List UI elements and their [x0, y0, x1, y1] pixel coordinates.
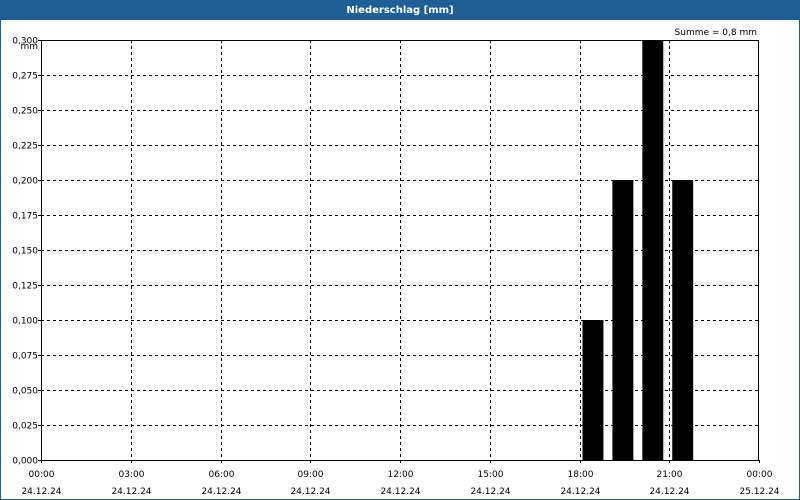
y-tick-label: 0,075: [12, 352, 38, 362]
x-tick-date-label: 24.12.24: [649, 487, 689, 497]
y-tick-label: 0,100: [12, 317, 38, 327]
precipitation-bar: [582, 320, 604, 460]
x-tick-time-label: 12:00: [388, 470, 414, 480]
y-tick-label: 0,150: [12, 247, 38, 257]
x-tick-time-label: 09:00: [298, 470, 324, 480]
precipitation-bar: [672, 180, 694, 460]
y-tick-label: 0,225: [12, 142, 38, 152]
x-tick-date-label: 24.12.24: [21, 487, 61, 497]
y-tick-label: 0,125: [12, 282, 38, 292]
y-tick-label: 0,250: [12, 107, 38, 117]
y-axis-unit-label: mm: [20, 42, 38, 52]
x-tick-time-label: 06:00: [209, 470, 235, 480]
chart-window: Niederschlag [mm] 0,000 0,025 0,050 0,075 0,…: [0, 0, 800, 500]
y-tick-label: 0,200: [12, 177, 38, 187]
precipitation-bar: [642, 40, 664, 460]
x-tick-time-label: 18:00: [568, 470, 594, 480]
x-tick-date-label: 24.12.24: [560, 487, 600, 497]
sum-label: Summe = 0,8 mm: [675, 28, 757, 38]
y-tick-label: 0,275: [12, 72, 38, 82]
x-tick-date-label: 24.12.24: [111, 487, 151, 497]
y-tick-label: 0,025: [12, 422, 38, 432]
x-tick-time-label: 00:00: [747, 470, 773, 480]
y-tick-label: 0,000: [12, 457, 38, 467]
x-tick-time-label: 03:00: [119, 470, 145, 480]
x-tick-date-label: 24.12.24: [380, 487, 420, 497]
y-tick-label: 0,175: [12, 212, 38, 222]
x-tick-time-label: 00:00: [29, 470, 55, 480]
x-tick-date-label: 24.12.24: [290, 487, 330, 497]
y-tick-label: 0,050: [12, 387, 38, 397]
precipitation-chart: 0,000 0,025 0,050 0,075 0,100 0,125 0,150 0,175…: [12, 28, 780, 497]
x-tick-time-label: 15:00: [478, 470, 504, 480]
precipitation-bar: [612, 180, 634, 460]
x-tick-date-label: 25.12.24: [739, 487, 779, 497]
x-tick-time-label: 21:00: [657, 470, 683, 480]
x-tick-date-label: 24.12.24: [470, 487, 510, 497]
x-tick-date-label: 24.12.24: [201, 487, 241, 497]
